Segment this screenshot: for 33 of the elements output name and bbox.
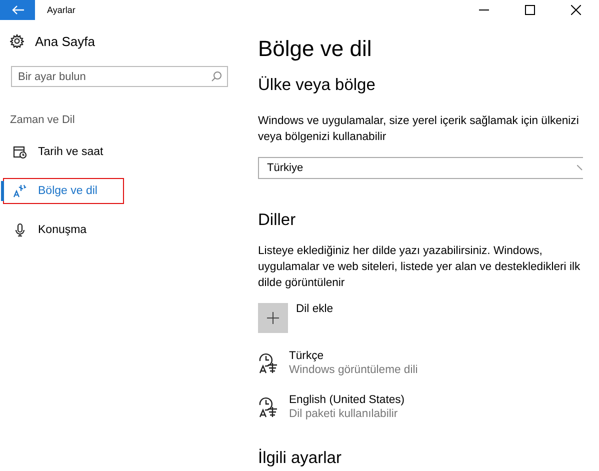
language-status: Dil paketi kullanılabilir xyxy=(289,407,399,421)
close-icon[interactable] xyxy=(571,5,581,15)
chevron-icon xyxy=(577,165,583,171)
plus-icon xyxy=(267,312,279,324)
language-pack-icon xyxy=(258,352,280,374)
back-button[interactable] xyxy=(0,0,35,20)
section-heading: Ülke veya bölge xyxy=(258,75,376,96)
sidebar-item[interactable]: Bölge ve dil xyxy=(3,178,124,204)
microphone-icon xyxy=(13,223,27,237)
page-title: Bölge ve dil xyxy=(258,35,373,63)
sidebar-item[interactable]: Tarih ve saat xyxy=(3,139,124,165)
calendar-icon xyxy=(13,145,27,159)
settings-icon xyxy=(10,34,24,48)
add-language-button[interactable] xyxy=(258,303,288,333)
home-link[interactable]: Ana Sayfa xyxy=(35,34,95,48)
language-pack-icon xyxy=(258,396,280,418)
section-heading: İlgili ayarlar xyxy=(258,448,342,469)
maximize-icon[interactable] xyxy=(525,5,535,15)
sidebar-item[interactable]: Konuşma xyxy=(3,217,124,243)
language-name: English (United States) xyxy=(289,393,405,407)
search-icon xyxy=(211,71,222,82)
section-heading: Diller xyxy=(258,210,297,231)
country-dropdown[interactable]: Türkiye xyxy=(258,157,583,179)
back-icon xyxy=(12,5,24,15)
description-text: Listeye eklediğiniz her dilde yazı yazabilirsiniz. Windows, uygulamalar ve web siteleri, listede yer alan ve destekledikleri ilk dilde görüntülenir xyxy=(258,244,582,291)
add-language-label[interactable]: Dil ekle xyxy=(296,303,334,315)
search-field[interactable]: Bir ayar bulun xyxy=(11,66,228,87)
language-name: Türkçe xyxy=(289,349,325,363)
section-heading: Zaman ve Dil xyxy=(10,114,76,126)
description-text: Windows ve uygulamalar, size yerel içerik sağlamak için ülkenizi veya bölgenizi kullanabilir xyxy=(258,114,580,145)
window-title: Ayarlar xyxy=(47,5,76,15)
language-status: Windows görüntüleme dili xyxy=(289,363,418,377)
language-icon xyxy=(13,184,27,198)
